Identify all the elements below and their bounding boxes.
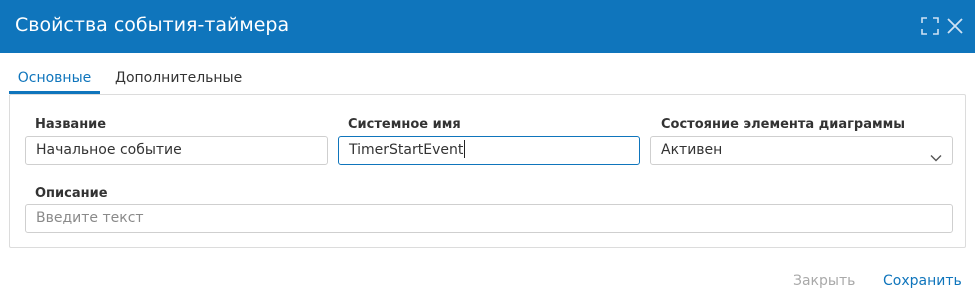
description-label: Описание [35,186,108,201]
close-button[interactable]: Закрыть [793,273,855,289]
tab-main[interactable]: Основные [9,62,100,94]
description-placeholder: Введите текст [36,210,144,226]
dialog-header: Свойства события-таймера [0,0,975,53]
dialog-title: Свойства события-таймера [15,14,290,36]
system-name-label: Системное имя [348,117,461,132]
state-label: Состояние элемента диаграммы [661,117,905,132]
chevron-down-icon [930,145,942,164]
text-cursor [464,140,466,158]
form-panel: Название Начальное событие Системное имя… [9,94,966,248]
name-label: Название [35,117,107,132]
description-input[interactable]: Введите текст [25,204,953,233]
name-input[interactable]: Начальное событие [25,136,328,165]
tab-additional[interactable]: Дополнительные [115,62,242,94]
system-name-value: TimerStartEvent [349,142,464,158]
close-icon[interactable] [944,15,966,37]
state-select[interactable]: Активен [650,136,953,165]
maximize-icon[interactable] [919,15,941,37]
timer-event-properties-dialog: Свойства события-таймера Основные Дополн… [0,0,975,302]
state-value: Активен [661,142,723,158]
save-button[interactable]: Сохранить [883,273,962,289]
name-value: Начальное событие [36,142,182,158]
system-name-input[interactable]: TimerStartEvent [338,136,640,165]
